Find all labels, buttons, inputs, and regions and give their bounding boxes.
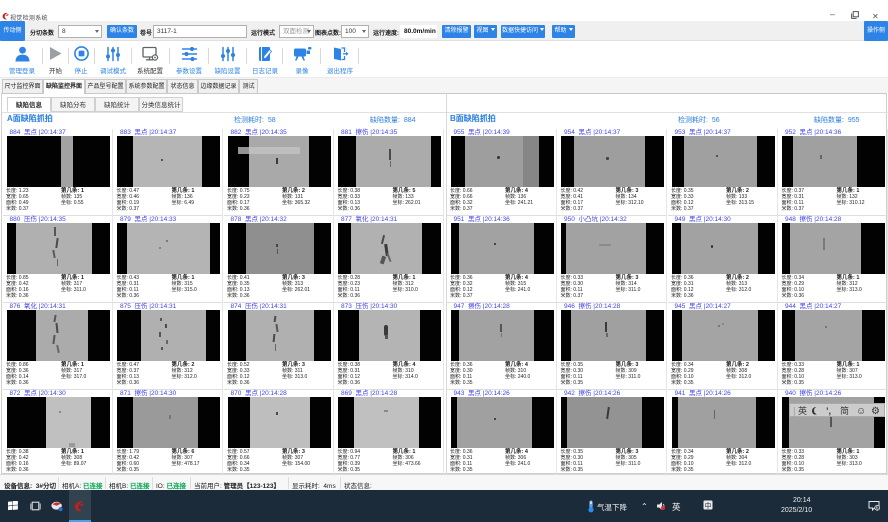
svg-text:中: 中 [705,501,712,510]
svg-text:6: 6 [876,506,879,511]
